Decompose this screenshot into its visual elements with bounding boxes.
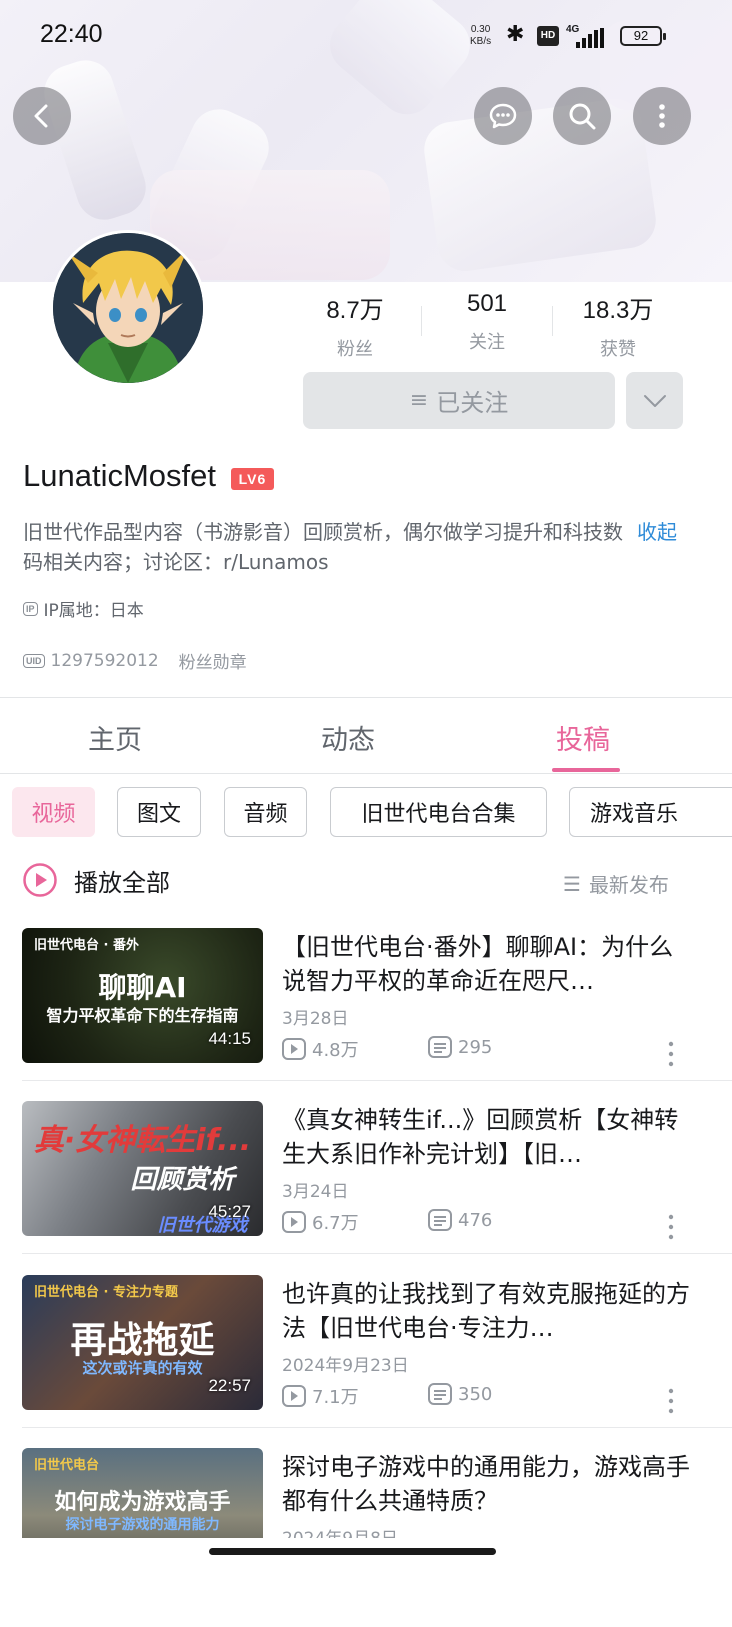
chip-game-music[interactable]: 游戏音乐: [569, 787, 732, 837]
video-thumbnail[interactable]: 真·女神転生if... 回顾赏析 旧世代游戏 45:27: [22, 1101, 263, 1236]
followed-button[interactable]: ≡ 已关注: [303, 372, 615, 429]
video-thumbnail[interactable]: 旧世代电台 · 番外 聊聊AI 智力平权革命下的生存指南 44:15: [22, 928, 263, 1063]
status-time: 22:40: [40, 20, 103, 48]
active-tab-indicator: [552, 768, 620, 772]
more-options-button[interactable]: [633, 87, 691, 145]
video-title[interactable]: 也许真的让我找到了有效克服拖延的方法【旧世代电台·专注力…: [282, 1277, 692, 1345]
home-indicator[interactable]: [209, 1548, 496, 1555]
avatar[interactable]: [50, 230, 206, 386]
profile-stats: 8.7万 粉丝 501 关注 18.3万 获赞: [290, 290, 730, 360]
video-date: 3月24日: [282, 1182, 349, 1202]
uid-icon: UID: [23, 653, 45, 668]
play-count-icon: [282, 1038, 306, 1060]
bio-text: 旧世代作品型内容（书游影音）回顾赏析，偶尔做学习提升和科技数码相关内容；讨论区：…: [23, 520, 623, 574]
search-icon: [569, 103, 596, 130]
chat-bubble-icon: [489, 103, 517, 129]
chip-video[interactable]: 视频: [12, 787, 95, 837]
sort-icon: ☰: [563, 871, 581, 896]
stat-likes[interactable]: 18.3万 获赞: [553, 290, 683, 361]
chip-audio[interactable]: 音频: [224, 787, 307, 837]
comment-count-icon: [428, 1036, 452, 1058]
chip-collection[interactable]: 旧世代电台合集: [330, 787, 547, 837]
message-button[interactable]: [474, 87, 532, 145]
video-title[interactable]: 《真女神转生if...》回顾赏析【女神转生大系旧作补完计划】【旧…: [282, 1103, 692, 1171]
content-filter-chips: 视频 图文 音频 旧世代电台合集 游戏音乐: [0, 787, 732, 839]
avatar-image: [53, 233, 203, 383]
more-vertical-icon[interactable]: [666, 1040, 676, 1068]
profile-tabs: 主页 动态 投稿: [0, 698, 732, 774]
level-badge: LV6: [231, 468, 274, 490]
menu-icon: ≡: [409, 388, 429, 413]
video-duration: 45:27: [208, 1202, 251, 1221]
play-circle-icon: [23, 863, 57, 897]
tab-uploads[interactable]: 投稿: [556, 718, 610, 757]
video-meta: 6.7万 476: [282, 1209, 702, 1234]
video-meta: 7.1万 350: [282, 1383, 702, 1408]
play-count-icon: [282, 1211, 306, 1233]
chevron-down-icon: [643, 394, 666, 407]
more-vertical-icon: [659, 104, 665, 128]
sort-button[interactable]: ☰ 最新发布: [563, 869, 669, 898]
chevron-left-icon: [34, 104, 48, 128]
expand-recommend-button[interactable]: [626, 372, 683, 429]
back-button[interactable]: [13, 87, 71, 145]
uid-row: UID 1297592012 粉丝勋章: [23, 648, 247, 673]
stat-followers[interactable]: 8.7万 粉丝: [290, 290, 420, 361]
signal-icon: 4G: [566, 24, 610, 48]
status-bar: 22:40 0.30 KB/s ✱ HD 4G 92: [0, 0, 732, 72]
video-item[interactable]: 旧世代电台 · 番外 聊聊AI 智力平权革命下的生存指南 44:15 【旧世代电…: [0, 928, 732, 1088]
more-vertical-icon[interactable]: [666, 1213, 676, 1241]
ip-location: IP IP属地：日本: [23, 596, 144, 621]
video-item[interactable]: 旧世代电台 · 专注力专题 再战拖延 这次或许真的有效 22:57 也许真的让我…: [0, 1275, 732, 1435]
comment-count-icon: [428, 1383, 452, 1405]
video-title[interactable]: 【旧世代电台·番外】聊聊AI：为什么说智力平权的革命近在咫尺…: [282, 930, 692, 998]
video-duration: 44:15: [208, 1029, 251, 1048]
comment-count-icon: [428, 1209, 452, 1231]
play-all-button[interactable]: 播放全部: [22, 862, 170, 898]
ip-icon: IP: [23, 601, 38, 616]
video-date: 2024年9月23日: [282, 1356, 409, 1376]
search-button[interactable]: [553, 87, 611, 145]
tab-dynamic[interactable]: 动态: [321, 718, 375, 757]
video-item[interactable]: 真·女神転生if... 回顾赏析 旧世代游戏 45:27 《真女神转生if...…: [0, 1101, 732, 1261]
stat-following[interactable]: 501 关注: [422, 290, 552, 354]
hd-icon: HD: [537, 26, 559, 46]
video-meta: 4.8万 295: [282, 1036, 702, 1061]
bluetooth-icon: ✱: [506, 22, 525, 47]
more-vertical-icon[interactable]: [666, 1387, 676, 1415]
chip-article[interactable]: 图文: [117, 787, 201, 837]
play-count-icon: [282, 1385, 306, 1407]
uid-value[interactable]: 1297592012: [51, 651, 159, 671]
tab-home[interactable]: 主页: [88, 718, 142, 757]
username: LunaticMosfet: [23, 458, 216, 493]
battery-icon: 92: [620, 26, 666, 46]
net-speed: 0.30 KB/s: [470, 24, 492, 47]
video-title[interactable]: 探讨电子游戏中的通用能力，游戏高手都有什么共通特质？: [282, 1450, 692, 1518]
video-duration: 22:57: [208, 1376, 251, 1395]
fan-medal-link[interactable]: 粉丝勋章: [179, 648, 247, 673]
video-date: 3月28日: [282, 1009, 349, 1029]
collapse-bio-link[interactable]: 收起: [637, 517, 677, 547]
video-thumbnail[interactable]: 旧世代电台 · 专注力专题 再战拖延 这次或许真的有效 22:57: [22, 1275, 263, 1410]
